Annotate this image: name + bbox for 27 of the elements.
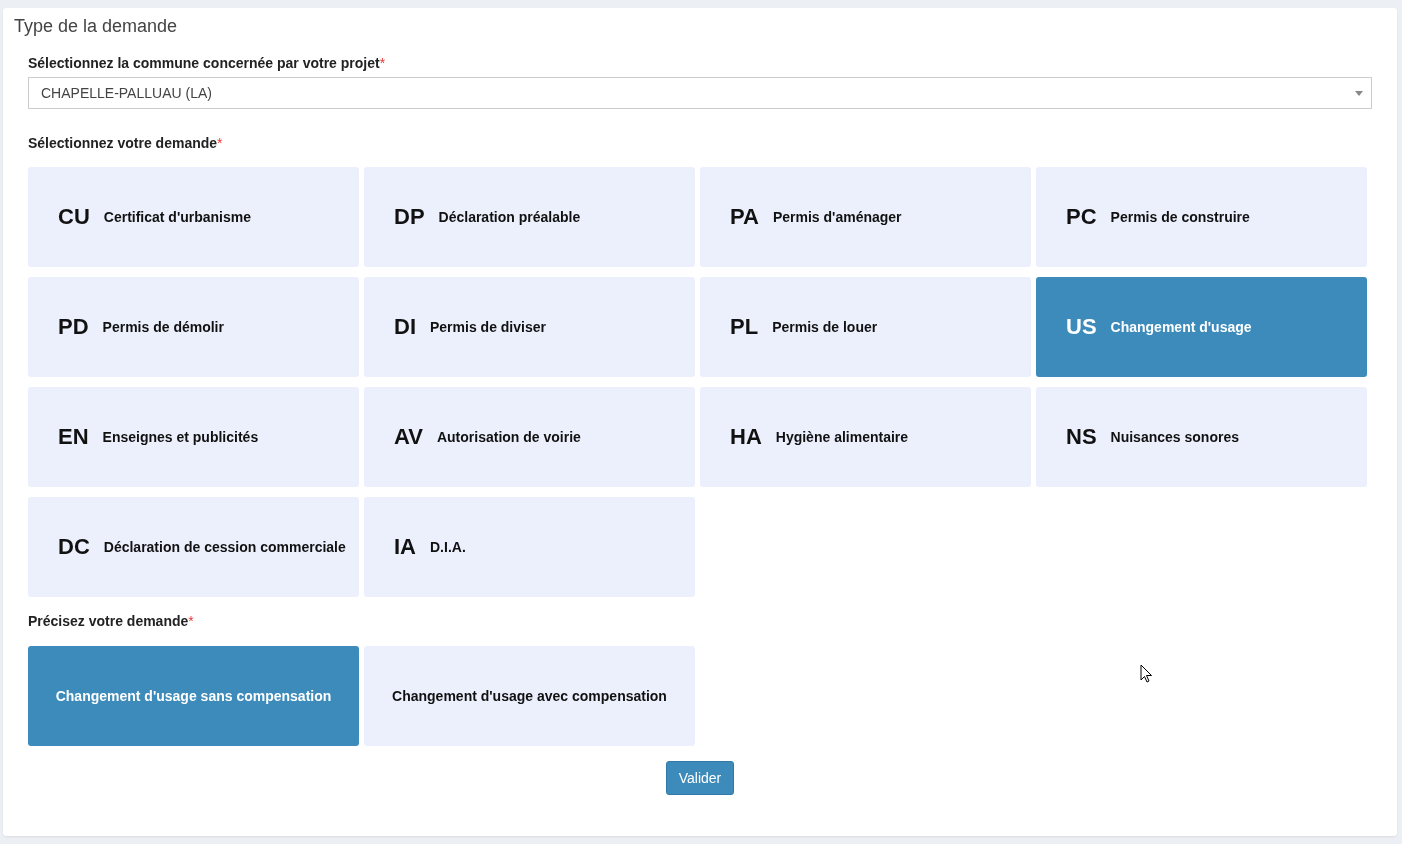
request-detail-tile[interactable]: Changement d'usage avec compensation [364, 646, 695, 746]
request-type-tile[interactable]: DP Déclaration préalable [364, 167, 695, 267]
request-type-tile[interactable]: PD Permis de démolir [28, 277, 359, 377]
request-type-tile[interactable]: CU Certificat d'urbanisme [28, 167, 359, 267]
request-type-tile[interactable]: HA Hygiène alimentaire [700, 387, 1031, 487]
field-label: Précisez votre demande [28, 613, 189, 629]
request-detail-tile[interactable]: Changement d'usage sans compensation [28, 646, 359, 746]
commune-select[interactable]: CHAPELLE-PALLUAU (LA) [28, 77, 1372, 109]
request-type-tile[interactable]: EN Enseignes et publicités [28, 387, 359, 487]
panel-title: Type de la demande [13, 15, 179, 37]
request-type-tile[interactable]: DI Permis de diviser [364, 277, 695, 377]
field-label: Sélectionnez la commune concernée par votre projet [28, 55, 380, 71]
request-type-tile[interactable]: PA Permis d'aménager [700, 167, 1031, 267]
request-type-tile[interactable]: DC Déclaration de cession commerciale [28, 497, 359, 597]
request-type-tile[interactable]: US Changement d'usage [1036, 277, 1367, 377]
required-mark: * [379, 55, 386, 71]
field-label: Sélectionnez votre demande [28, 135, 218, 151]
request-type-tile[interactable]: AV Autorisation de voirie [364, 387, 695, 487]
caret-icon [1355, 90, 1363, 96]
submit-button[interactable]: Valider [665, 761, 735, 795]
required-mark: * [188, 613, 194, 629]
mouse-pointer-icon [1140, 664, 1153, 683]
request-type-tile[interactable]: PC Permis de construire [1036, 167, 1367, 267]
request-type-tile[interactable]: IA D.I.A. [364, 497, 695, 597]
required-mark: * [217, 135, 223, 151]
request-type-tile[interactable]: PL Permis de louer [700, 277, 1031, 377]
request-type-tile[interactable]: NS Nuisances sonores [1036, 387, 1367, 487]
